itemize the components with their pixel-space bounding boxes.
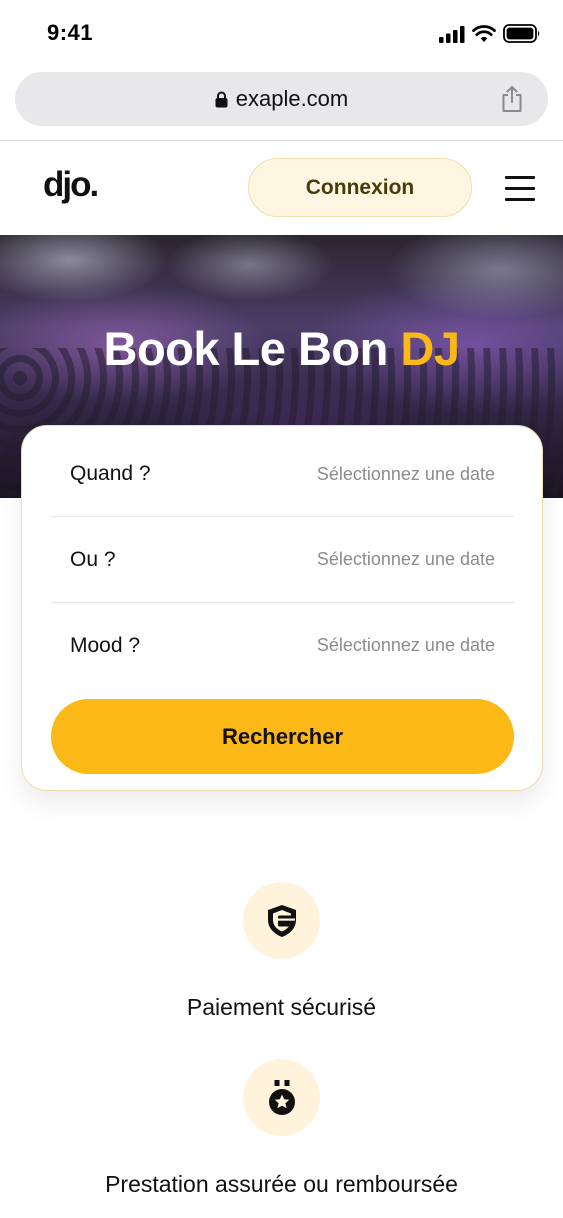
logo[interactable]: djo. [43,165,99,205]
url-bar[interactable]: exaple.com [15,72,548,126]
battery-icon [503,24,540,43]
feature-label-guaranteed-service: Prestation assurée ou remboursée [105,1171,458,1197]
wifi-icon [472,24,496,42]
hamburger-menu-icon[interactable] [505,174,535,202]
login-button[interactable]: Connexion [248,158,472,217]
medal-icon [268,1079,295,1115]
hero-title-main: Book Le Bon [103,322,389,375]
share-icon[interactable] [500,85,524,113]
status-time: 9:41 [47,20,94,45]
search-button[interactable]: Rechercher [51,699,514,774]
field-placeholder: Sélectionnez une date [316,549,495,569]
url-text: exaple.com [235,86,349,111]
search-field-where[interactable]: Ou ? Sélectionnez une date [51,516,514,602]
field-label: Mood ? [70,633,141,657]
hero-title: Book Le Bon DJ [0,321,563,376]
field-label: Ou ? [70,547,116,571]
cellular-signal-icon [439,25,465,43]
search-field-mood[interactable]: Mood ? Sélectionnez une date [51,602,514,688]
field-placeholder: Sélectionnez une date [316,635,495,655]
feature-icon-circle [243,1059,320,1136]
hero-title-accent: DJ [400,322,460,375]
lock-icon [215,91,228,107]
field-label: Quand ? [70,462,151,485]
feature-label-secure-payment: Paiement sécurisé [186,994,377,1020]
feature-icon-circle [243,882,320,959]
status-icons [439,24,541,43]
site-header: djo. Connexion [0,141,563,235]
field-placeholder: Sélectionnez une date [316,463,495,484]
search-card: Quand ? Sélectionnez une date Ou ? Sélec… [21,425,543,791]
status-bar: 9:41 [0,0,563,68]
url-display: exaple.com [15,72,548,126]
secure-payment-icon [267,904,296,937]
search-field-when[interactable]: Quand ? Sélectionnez une date [51,431,514,517]
